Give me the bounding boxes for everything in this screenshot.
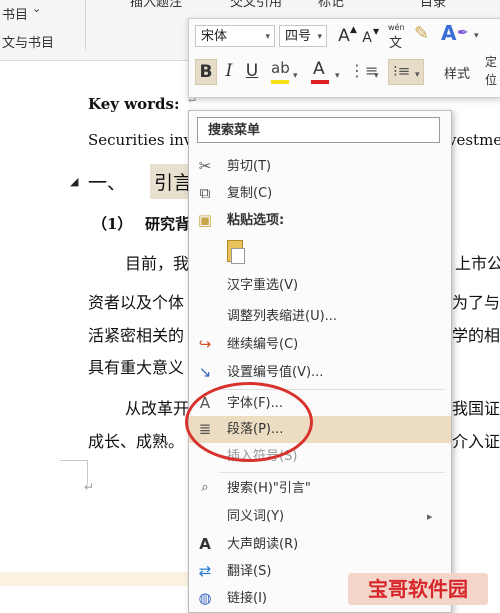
body-line: 目前，我	[125, 254, 190, 273]
menu-item-synonyms[interactable]: 同义词(Y) ▸	[189, 503, 451, 530]
menu-item-reconvert[interactable]: 汉字重选(V)	[189, 272, 451, 299]
menu-item-adjust-list-indent[interactable]: 调整列表缩进(U)...	[189, 303, 451, 330]
ribbon-mark[interactable]: 标记	[318, 0, 344, 10]
font-size-combo[interactable]: 四号 ▾	[279, 25, 327, 47]
margin-mark	[60, 460, 88, 461]
ribbon-dropdown-icon[interactable]: ⌄	[32, 2, 41, 15]
collapse-triangle-icon[interactable]: ◢	[70, 175, 78, 188]
heading-number: 一、	[88, 172, 127, 194]
keywords-label: Key words:	[88, 95, 180, 113]
shrink-arrow-icon: ▼	[373, 27, 380, 36]
menu-separator	[219, 472, 445, 473]
format-painter-icon[interactable]: ✎	[414, 23, 429, 44]
font-color-icon: A	[313, 59, 325, 79]
numbered-list-icon: ⁝≡	[393, 62, 411, 80]
menu-item-set-numbering-value[interactable]: ↘ 设置编号值(V)...	[189, 359, 451, 386]
body-line: 学的相	[452, 326, 500, 345]
styles-pane-icon[interactable]: A	[441, 21, 456, 45]
ribbon-toc[interactable]: 目录	[420, 0, 446, 10]
numbered-list-button[interactable]: ⁝≡ ▾	[388, 59, 424, 85]
read-aloud-icon: A	[199, 535, 211, 553]
highlighter-icon: ab	[271, 59, 290, 77]
chevron-down-icon[interactable]: ▾	[474, 31, 479, 41]
body-line: 从改革开	[125, 399, 190, 418]
italic-button[interactable]: I	[221, 59, 237, 85]
menu-item-paste-options: ▣ 粘贴选项:	[189, 207, 451, 234]
securities-text-left: Securities inv	[88, 131, 193, 149]
locate-button-partial[interactable]: 定	[485, 53, 497, 70]
securities-text-right: vestme	[448, 131, 500, 149]
pen-icon[interactable]: ✒	[457, 25, 469, 41]
menu-search-box[interactable]: 搜索菜单	[197, 117, 440, 143]
menu-item-read-aloud[interactable]: A 大声朗读(R)	[189, 531, 451, 558]
annotation-circle	[185, 382, 313, 462]
bold-button[interactable]: B	[195, 59, 217, 85]
continue-numbering-icon: ↪	[198, 335, 212, 353]
body-line: 成长、成熟。	[88, 432, 185, 451]
menu-item-search[interactable]: ⌕ 搜索(H)"引言"	[189, 475, 451, 502]
chevron-down-icon[interactable]: ▾	[374, 71, 379, 81]
bottom-band	[0, 572, 188, 586]
body-line: 为了与	[452, 293, 500, 312]
context-menu: 搜索菜单 ✂ 剪切(T) ⧉ 复制(C) ▣ 粘贴选项: 汉字重选(V) 调整列…	[188, 110, 452, 613]
menu-item-cut[interactable]: ✂ 剪切(T)	[189, 153, 451, 180]
scissors-icon: ✂	[198, 157, 212, 175]
translate-icon: ⇄	[198, 562, 212, 580]
phonetic-guide-button[interactable]: wén 文	[386, 23, 408, 51]
font-color-button[interactable]: A	[309, 59, 331, 85]
ribbon-cross-reference[interactable]: 交叉引用	[230, 0, 282, 10]
chevron-down-icon[interactable]: ▾	[293, 71, 298, 81]
chevron-down-icon[interactable]: ▾	[335, 71, 340, 81]
grow-arrow-icon: ▲	[350, 25, 357, 35]
body-line: 具有重大意义	[88, 358, 185, 377]
paragraph-mark-icon: ↵	[84, 480, 95, 494]
ribbon-separator	[85, 0, 86, 50]
highlight-color-button[interactable]: ab	[269, 59, 295, 85]
underline-button[interactable]: U	[243, 59, 261, 85]
chevron-down-icon: ▾	[415, 70, 420, 80]
search-icon: ⌕	[201, 480, 209, 495]
ribbon-insert-caption[interactable]: 插入题注	[130, 0, 182, 10]
subheading-text: 研究背	[145, 215, 191, 233]
subheading-number: （1）	[92, 215, 133, 233]
set-numbering-value-icon: ↘	[198, 363, 212, 381]
menu-item-continue-numbering[interactable]: ↪ 继续编号(C)	[189, 331, 451, 358]
chevron-down-icon: ▾	[317, 32, 322, 42]
body-line: 介入证	[452, 432, 500, 451]
watermark-logo: 宝哥软件园	[348, 573, 488, 605]
mini-toolbar: 宋体 ▾ 四号 ▾ A ▲ A ▼ wén 文 ✎ A ✒ ▾ B I U ab ▾…	[188, 18, 500, 98]
submenu-arrow-icon: ▸	[427, 510, 433, 523]
chevron-down-icon: ▾	[265, 32, 270, 42]
body-line: 资者以及个体	[88, 293, 185, 312]
copy-icon: ⧉	[199, 184, 211, 202]
body-line: 我国证	[452, 399, 500, 418]
font-name-combo[interactable]: 宋体 ▾	[195, 25, 275, 47]
ribbon-citations-label[interactable]: 文与书目	[2, 32, 54, 51]
link-icon: ◍	[198, 589, 212, 607]
paste-keep-text-only-button[interactable]	[225, 238, 247, 264]
body-line: 上市公	[455, 254, 500, 273]
ribbon-bibliography-label[interactable]: 书目	[2, 4, 28, 23]
body-line: 活紧密相关的	[88, 326, 185, 345]
locate-button-partial-2: 位	[485, 73, 498, 87]
styles-button[interactable]: 样式	[444, 63, 470, 82]
menu-item-copy[interactable]: ⧉ 复制(C)	[189, 180, 451, 207]
paste-icon: ▣	[197, 211, 213, 229]
